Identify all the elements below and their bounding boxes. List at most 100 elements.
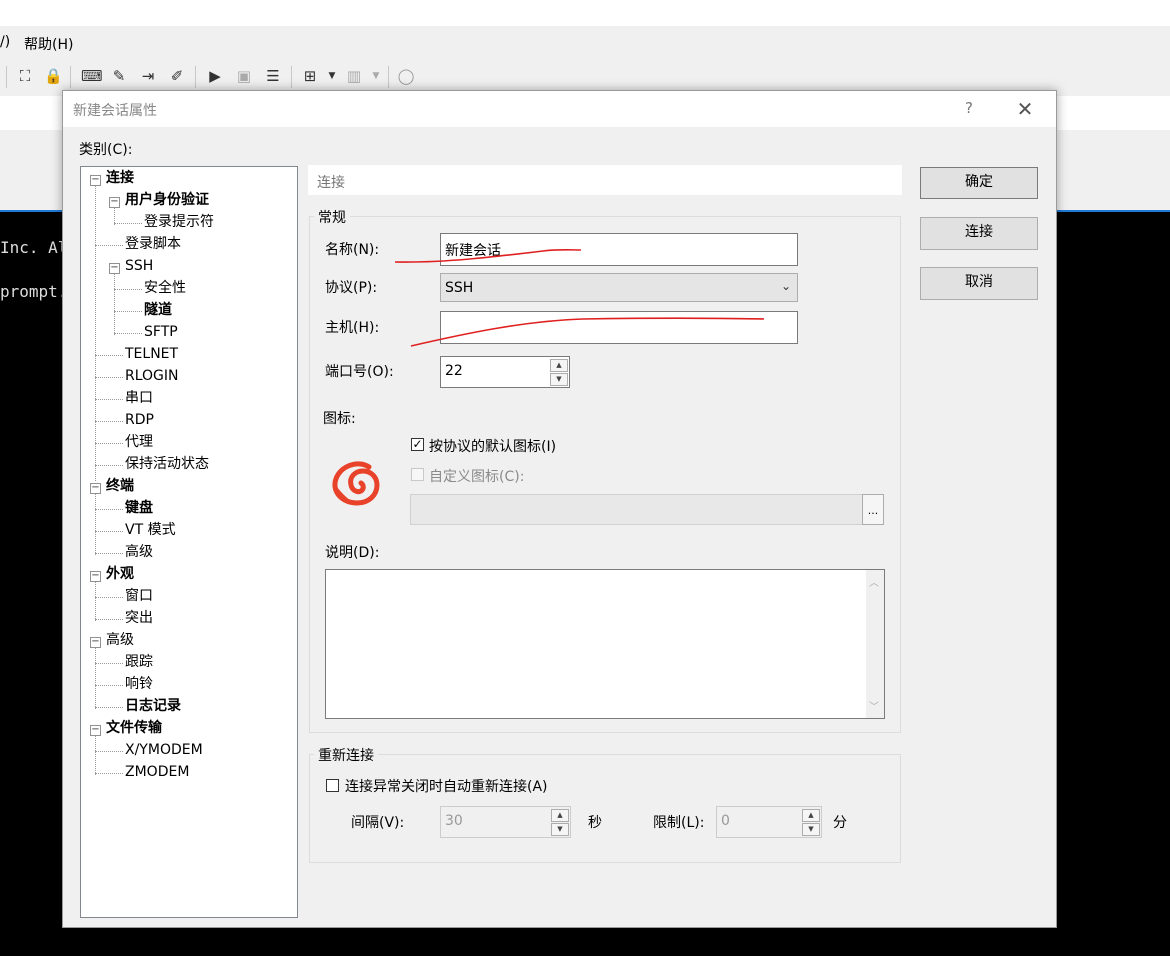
port-value: 22 bbox=[445, 363, 463, 379]
close-button[interactable]: ✕ bbox=[1013, 97, 1037, 121]
spin-down-icon[interactable]: ▼ bbox=[550, 373, 568, 386]
spin-down-icon[interactable]: ▼ bbox=[551, 823, 569, 836]
chevron-down-icon[interactable]: ﹀ bbox=[869, 698, 879, 713]
description-textarea[interactable]: ︿ ﹀ bbox=[325, 569, 885, 719]
default-icon-checkbox[interactable]: ✓ bbox=[411, 438, 424, 451]
tree-connector bbox=[95, 597, 123, 598]
tree-item-appearance[interactable]: 外观 bbox=[106, 564, 134, 584]
edit-icon[interactable]: ✎ bbox=[110, 67, 128, 85]
tree-item-logging[interactable]: 日志记录 bbox=[125, 696, 181, 716]
help-button[interactable]: ? bbox=[959, 99, 979, 119]
collapse-icon[interactable]: − bbox=[109, 263, 120, 274]
tree-item-file-transfer[interactable]: 文件传输 bbox=[106, 718, 162, 738]
lock-icon[interactable]: 🔒 bbox=[44, 67, 63, 85]
tree-item-sftp[interactable]: SFTP bbox=[144, 322, 178, 342]
tree-item-vt-modes[interactable]: VT 模式 bbox=[125, 520, 176, 540]
tree-item-login-scripts[interactable]: 登录脚本 bbox=[125, 234, 181, 254]
spin-up-icon[interactable]: ▲ bbox=[802, 809, 820, 822]
tree-connector bbox=[95, 489, 96, 555]
chevron-down-icon[interactable]: ▼ bbox=[367, 67, 385, 85]
custom-icon-path-input[interactable] bbox=[410, 494, 863, 525]
section-header: 连接 bbox=[308, 165, 902, 195]
tree-connector bbox=[114, 333, 142, 334]
chevron-down-icon[interactable]: ▼ bbox=[323, 67, 341, 85]
collapse-icon[interactable]: − bbox=[90, 637, 101, 648]
description-label: 说明(D): bbox=[325, 545, 380, 561]
new-tab-icon[interactable]: ⊞ bbox=[301, 67, 319, 85]
host-label: 主机(H): bbox=[325, 320, 380, 336]
spin-up-icon[interactable]: ▲ bbox=[551, 809, 569, 822]
tree-item-xymodem[interactable]: X/YMODEM bbox=[125, 740, 203, 760]
port-spinner[interactable]: 22 ▲ ▼ bbox=[440, 356, 570, 388]
stop-icon[interactable]: ▣ bbox=[235, 67, 253, 85]
log-icon[interactable]: ☰ bbox=[264, 67, 282, 85]
tree-connector bbox=[95, 663, 123, 664]
tree-connector bbox=[114, 311, 142, 312]
limit-label: 限制(L): bbox=[653, 815, 705, 831]
tree-connector bbox=[95, 245, 123, 246]
transfer-icon[interactable]: ⇥ bbox=[139, 67, 157, 85]
tree-connector bbox=[95, 531, 123, 532]
tree-connector bbox=[95, 731, 96, 775]
interval-spinner[interactable]: 30 ▲ ▼ bbox=[440, 806, 571, 838]
layout-icon[interactable]: ▥ bbox=[345, 67, 363, 85]
collapse-icon[interactable]: − bbox=[109, 197, 120, 208]
custom-icon-checkbox[interactable] bbox=[411, 468, 424, 481]
connect-button[interactable]: 连接 bbox=[920, 217, 1038, 250]
description-scrollbar[interactable]: ︿ ﹀ bbox=[866, 570, 884, 718]
keyboard-icon[interactable]: ⌨ bbox=[81, 67, 103, 85]
chevron-up-icon[interactable]: ︿ bbox=[869, 574, 879, 589]
tree-item-authentication[interactable]: 用户身份验证 bbox=[125, 190, 209, 210]
category-tree[interactable]: − 连接 − 用户身份验证 登录提示符 登录脚本 − SSH 安全性 隧道 SF… bbox=[80, 166, 298, 918]
tree-item-highlight[interactable]: 突出 bbox=[125, 608, 153, 628]
tree-connector bbox=[95, 465, 123, 466]
ok-button[interactable]: 确定 bbox=[920, 167, 1038, 199]
tree-connector bbox=[114, 289, 142, 290]
tree-item-trace[interactable]: 跟踪 bbox=[125, 652, 153, 672]
top-strip bbox=[0, 0, 1170, 26]
spin-up-icon[interactable]: ▲ bbox=[550, 359, 568, 372]
tree-item-zmodem[interactable]: ZMODEM bbox=[125, 762, 189, 782]
tree-item-ssh[interactable]: SSH bbox=[125, 256, 153, 276]
tree-item-keep-alive[interactable]: 保持活动状态 bbox=[125, 454, 209, 474]
tree-connector bbox=[95, 377, 123, 378]
script-icon[interactable]: ✐ bbox=[168, 67, 186, 85]
dialog-titlebar: 新建会话属性 ? ✕ bbox=[63, 91, 1056, 127]
tree-item-bell[interactable]: 响铃 bbox=[125, 674, 153, 694]
tree-connector bbox=[95, 707, 123, 708]
tree-item-serial[interactable]: 串口 bbox=[125, 388, 153, 408]
limit-spinner[interactable]: 0 ▲ ▼ bbox=[716, 806, 822, 838]
default-icon-label: 按协议的默认图标(I) bbox=[429, 439, 557, 455]
tree-connector bbox=[95, 685, 123, 686]
collapse-icon[interactable]: − bbox=[90, 725, 101, 736]
fullscreen-icon[interactable]: ⛶ bbox=[16, 67, 34, 85]
tree-connector bbox=[95, 751, 123, 752]
section-header-title: 连接 bbox=[317, 175, 345, 191]
tree-item-login-prompts[interactable]: 登录提示符 bbox=[144, 212, 214, 232]
tree-item-tunneling[interactable]: 隧道 bbox=[144, 300, 172, 320]
tree-item-rlogin[interactable]: RLOGIN bbox=[125, 366, 179, 386]
terminal-line: Inc. Al bbox=[0, 238, 68, 257]
tree-item-security[interactable]: 安全性 bbox=[144, 278, 186, 298]
tree-item-keyboard[interactable]: 键盘 bbox=[125, 498, 153, 518]
auto-reconnect-checkbox[interactable] bbox=[326, 779, 339, 792]
tree-item-rdp[interactable]: RDP bbox=[125, 410, 154, 430]
tree-item-terminal-advanced[interactable]: 高级 bbox=[125, 542, 153, 562]
tree-item-advanced[interactable]: 高级 bbox=[106, 630, 134, 650]
tree-item-connection[interactable]: 连接 bbox=[106, 168, 134, 188]
menu-help[interactable]: 帮助(H) bbox=[24, 34, 73, 54]
chat-icon[interactable]: ◯ bbox=[397, 67, 415, 85]
cancel-button[interactable]: 取消 bbox=[920, 267, 1038, 300]
browse-icon-button[interactable]: ... bbox=[862, 494, 884, 525]
general-group-title: 常规 bbox=[314, 207, 350, 227]
collapse-icon[interactable]: − bbox=[90, 571, 101, 582]
spin-down-icon[interactable]: ▼ bbox=[802, 823, 820, 836]
tree-item-window[interactable]: 窗口 bbox=[125, 586, 153, 606]
menu-view-fragment[interactable]: /) bbox=[0, 34, 10, 50]
tree-item-telnet[interactable]: TELNET bbox=[125, 344, 178, 364]
tree-item-terminal[interactable]: 终端 bbox=[106, 476, 134, 496]
run-icon[interactable]: ▶ bbox=[206, 67, 224, 85]
tree-item-proxy[interactable]: 代理 bbox=[125, 432, 153, 452]
collapse-icon[interactable]: − bbox=[90, 175, 101, 186]
collapse-icon[interactable]: − bbox=[90, 483, 101, 494]
